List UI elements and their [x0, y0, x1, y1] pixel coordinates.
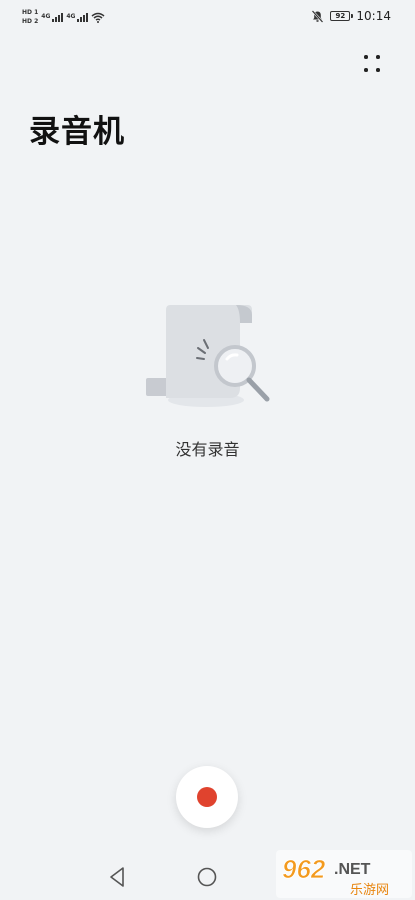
network-1-label: 4G	[41, 12, 51, 20]
status-bar: HD 1 HD 2 4G 4G 92 10:14	[0, 0, 415, 34]
more-options-button[interactable]	[358, 50, 388, 80]
bell-muted-icon	[312, 9, 324, 23]
sim1-label: HD 1	[22, 9, 39, 16]
signal-2-icon: 4G	[66, 12, 89, 22]
record-button[interactable]	[176, 766, 238, 828]
sim2-label: HD 2	[22, 18, 39, 25]
svg-text:.NET: .NET	[334, 861, 371, 878]
battery-icon: 92	[330, 11, 354, 21]
record-dot-icon	[197, 787, 217, 807]
page-title: 录音机	[29, 114, 125, 150]
watermark-logo: 962 .NET 乐游网	[276, 850, 412, 898]
svg-text:962: 962	[282, 854, 326, 884]
signal-1-icon: 4G	[41, 12, 64, 22]
document-search-illustration	[146, 305, 270, 407]
empty-state-message: 没有录音	[175, 440, 240, 459]
status-right: 92 10:14	[311, 7, 391, 25]
back-triangle-icon[interactable]	[106, 865, 128, 889]
home-circle-icon[interactable]	[197, 867, 217, 887]
battery-level: 92	[335, 11, 346, 20]
sim-labels: HD 1 HD 2	[22, 9, 38, 25]
wifi-icon	[92, 12, 105, 23]
status-time: 10:14	[356, 9, 391, 23]
svg-text:乐游网: 乐游网	[350, 883, 389, 898]
network-2-label: 4G	[66, 12, 76, 20]
status-left: HD 1 HD 2 4G 4G	[22, 6, 105, 28]
